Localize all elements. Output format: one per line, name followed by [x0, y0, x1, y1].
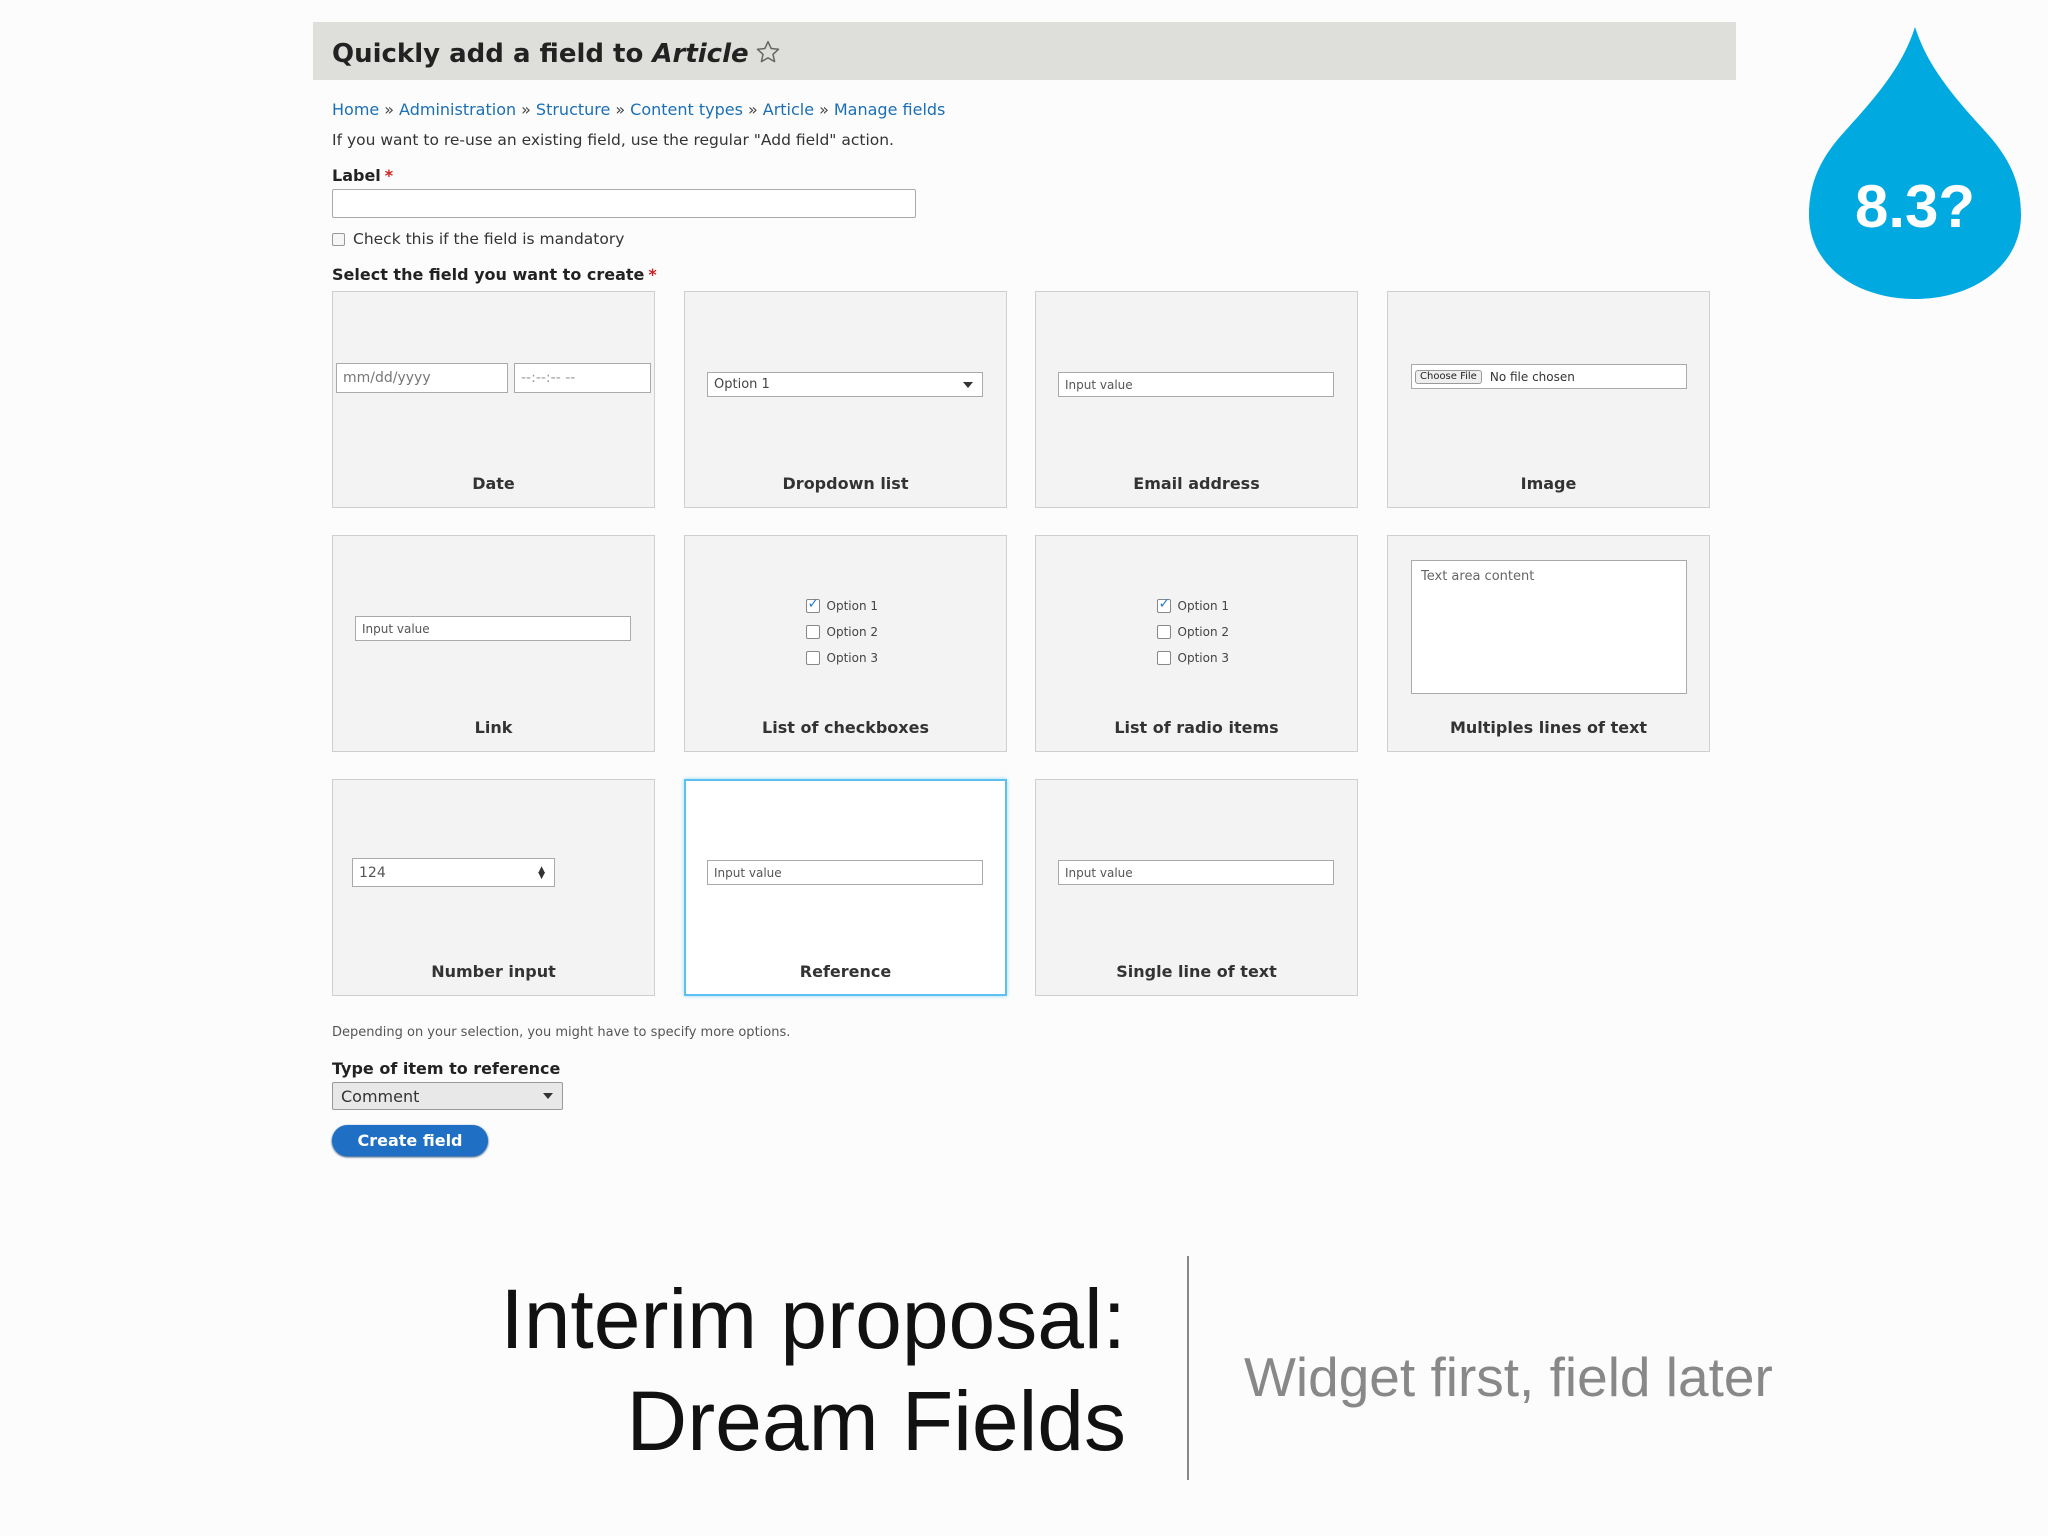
slide-subtitle: Widget first, field later: [1244, 1346, 1773, 1408]
select-field-heading: Select the field you want to create *: [332, 265, 657, 284]
slide-title: Interim proposal: Dream Fields: [500, 1268, 1126, 1472]
dropdown-preview: Option 1: [707, 372, 983, 397]
chevron-down-icon: [543, 1093, 553, 1099]
number-preview: 124 ▲ ▼: [352, 858, 555, 887]
reference-type-select[interactable]: Comment: [332, 1082, 563, 1110]
breadcrumb-separator: »: [747, 100, 758, 119]
radio-options: Option 1 Option 2 Option 3: [1036, 593, 1357, 671]
required-mark: *: [384, 166, 394, 185]
spinner-icon: ▲ ▼: [538, 864, 545, 881]
page-title-bar: Quickly add a field to Article: [313, 22, 1736, 80]
breadcrumb-separator: »: [615, 100, 626, 119]
field-card-caption: Reference: [799, 962, 892, 981]
checkbox-checked-icon: [1156, 596, 1171, 613]
field-card-single-line[interactable]: Input value Single line of text: [1035, 779, 1358, 996]
checkbox-icon: [1156, 651, 1171, 665]
checkbox-icon: [1156, 625, 1171, 639]
reference-preview: Input value: [707, 860, 983, 885]
option-label: Option 2: [1177, 625, 1230, 639]
mandatory-checkbox[interactable]: [332, 232, 345, 246]
choose-file-button: Choose File: [1415, 369, 1482, 384]
breadcrumb-home[interactable]: Home: [332, 100, 379, 119]
field-card-reference[interactable]: Input value Reference: [684, 779, 1007, 996]
list-item: Option 1: [805, 593, 886, 619]
option-label: Option 2: [826, 625, 879, 639]
breadcrumb-separator: »: [819, 100, 829, 119]
checkbox-icon: [805, 625, 820, 639]
field-card-multiline[interactable]: Text area content Multiples lines of tex…: [1387, 535, 1710, 752]
breadcrumb-article[interactable]: Article: [763, 100, 814, 119]
page-title-entity: Article: [652, 39, 749, 69]
breadcrumb: Home» Administration» Structure» Content ty…: [332, 100, 945, 119]
options-note: Depending on your selection, you might h…: [332, 1025, 791, 1040]
list-item: Option 3: [1156, 645, 1237, 671]
label-text: Label: [332, 166, 381, 185]
time-input: --:--:-- --: [514, 363, 651, 393]
mandatory-checkbox-row: Check this if the field is mandatory: [332, 230, 624, 248]
slide-title-line2: Dream Fields: [626, 1374, 1126, 1468]
version-badge-text: 8.3?: [1854, 173, 1976, 240]
field-card-date[interactable]: mm/dd/yyyy --:--:-- -- Date: [332, 291, 655, 508]
page-title-prefix: Quickly add a field to: [332, 39, 644, 69]
field-card-caption: Link: [474, 718, 513, 737]
field-card-caption: Number input: [431, 962, 556, 981]
dropdown-preview-value: Option 1: [714, 377, 770, 392]
text-preview: Input value: [1058, 860, 1334, 885]
textarea-preview: Text area content: [1411, 560, 1687, 694]
label-input[interactable]: [332, 189, 916, 218]
breadcrumb-administration[interactable]: Administration: [399, 100, 516, 119]
list-item: Option 1: [1156, 593, 1237, 619]
checkbox-options: Option 1 Option 2 Option 3: [685, 593, 1006, 671]
breadcrumb-separator: »: [521, 100, 531, 119]
field-card-caption: Date: [472, 474, 515, 493]
field-card-email[interactable]: Input value Email address: [1035, 291, 1358, 508]
create-field-button[interactable]: Create field: [332, 1125, 488, 1156]
drupal-drop-icon: [1809, 27, 2021, 299]
field-card-image[interactable]: Choose File No file chosen Image: [1387, 291, 1710, 508]
field-card-caption: Email address: [1133, 474, 1260, 493]
field-card-caption: List of checkboxes: [762, 718, 929, 737]
field-card-caption: List of radio items: [1114, 718, 1279, 737]
list-item: Option 2: [805, 619, 886, 645]
required-mark: *: [648, 265, 657, 284]
option-label: Option 1: [826, 599, 879, 613]
breadcrumb-manage-fields[interactable]: Manage fields: [834, 100, 946, 119]
breadcrumb-separator: »: [384, 100, 395, 119]
date-input: mm/dd/yyyy: [336, 363, 508, 393]
file-input-preview: Choose File No file chosen: [1411, 364, 1687, 389]
field-card-number[interactable]: 124 ▲ ▼ Number input: [332, 779, 655, 996]
option-label: Option 3: [1177, 651, 1230, 665]
help-text: If you want to re-use an existing field,…: [332, 131, 894, 149]
star-outline-icon[interactable]: [755, 39, 781, 65]
mandatory-checkbox-label: Check this if the field is mandatory: [353, 230, 625, 248]
reference-type-label: Type of item to reference: [332, 1059, 561, 1078]
reference-type-value: Comment: [341, 1086, 420, 1106]
checkbox-checked-icon: [805, 596, 820, 613]
select-field-heading-text: Select the field you want to create: [332, 265, 645, 284]
number-preview-value: 124: [359, 864, 386, 881]
breadcrumb-content-types[interactable]: Content types: [630, 100, 743, 119]
chevron-down-icon: [963, 381, 973, 388]
page-title: Quickly add a field to Article: [332, 39, 781, 67]
divider: [1187, 1256, 1189, 1480]
field-card-radios[interactable]: Option 1 Option 2 Option 3 List of radio…: [1035, 535, 1358, 752]
breadcrumb-structure[interactable]: Structure: [536, 100, 610, 119]
field-card-caption: Dropdown list: [782, 474, 909, 493]
checkbox-icon: [805, 651, 820, 665]
email-preview: Input value: [1058, 372, 1334, 397]
option-label: Option 3: [826, 651, 879, 665]
option-label: Option 1: [1177, 599, 1230, 613]
field-card-caption: Single line of text: [1116, 962, 1277, 981]
list-item: Option 3: [805, 645, 886, 671]
field-card-checkboxes[interactable]: Option 1 Option 2 Option 3 List of check…: [684, 535, 1007, 752]
file-status: No file chosen: [1489, 369, 1575, 384]
field-card-dropdown[interactable]: Option 1 Dropdown list: [684, 291, 1007, 508]
link-preview: Input value: [355, 616, 631, 641]
field-card-link[interactable]: Input value Link: [332, 535, 655, 752]
field-card-caption: Image: [1520, 474, 1577, 493]
list-item: Option 2: [1156, 619, 1237, 645]
slide-title-line1: Interim proposal:: [500, 1272, 1126, 1366]
label-field-label: Label *: [332, 166, 393, 185]
field-card-caption: Multiples lines of text: [1449, 718, 1648, 737]
